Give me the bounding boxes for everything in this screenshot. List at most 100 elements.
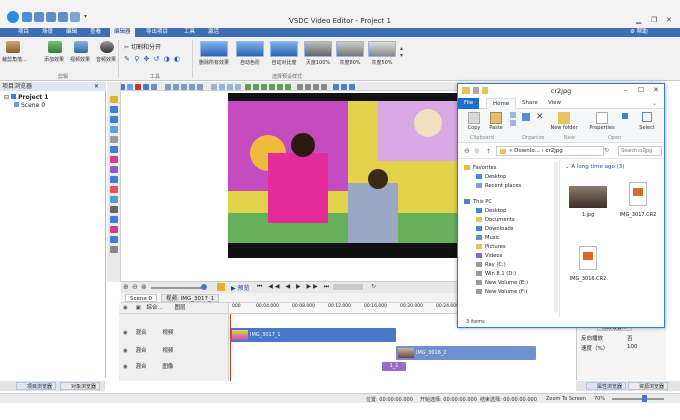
- new-folder-icon[interactable]: [558, 112, 570, 124]
- tool-icon[interactable]: [110, 216, 118, 223]
- text-tool-icon[interactable]: [110, 206, 118, 213]
- ribbon-tab[interactable]: 工具: [180, 28, 199, 37]
- search-input[interactable]: [618, 146, 662, 156]
- minimize-icon[interactable]: ▁: [636, 16, 641, 24]
- snap-icon[interactable]: [217, 283, 225, 291]
- nav-item[interactable]: Downloads: [458, 225, 558, 234]
- track-blend[interactable]: 混合: [136, 348, 147, 354]
- arrange-icon[interactable]: [285, 84, 291, 90]
- crop-icon[interactable]: [6, 41, 20, 53]
- zoom-icon[interactable]: [297, 84, 303, 90]
- playhead[interactable]: [230, 314, 231, 381]
- zoom-icon[interactable]: [321, 84, 327, 90]
- file-item[interactable]: IMG_3017.CR2: [615, 174, 661, 224]
- ribbon-tab-active[interactable]: 编辑器: [110, 28, 135, 37]
- zoom-fit-icon[interactable]: ⊗: [141, 283, 147, 291]
- ribbon-item-add-effect[interactable]: 添加效果: [44, 56, 64, 63]
- maximize-icon[interactable]: ☐: [638, 86, 644, 94]
- property-row[interactable]: 反向播放 否: [581, 334, 665, 342]
- tab-properties[interactable]: 属性浏览器: [586, 382, 627, 390]
- zoom-icon[interactable]: [305, 84, 311, 90]
- duplicate-icon[interactable]: [143, 84, 149, 90]
- delete-icon[interactable]: [135, 84, 141, 90]
- align-icon[interactable]: [189, 84, 195, 90]
- nav-item[interactable]: Win 8.1 (D:): [458, 270, 558, 279]
- ribbon-item-video-effects[interactable]: 视频效果: [70, 56, 90, 63]
- view-icon[interactable]: [341, 84, 347, 90]
- paste-icon[interactable]: [127, 84, 133, 90]
- ribbon-tab[interactable]: 场景: [38, 28, 57, 37]
- zoom-slider-handle[interactable]: [201, 284, 207, 290]
- track-blend[interactable]: 混合: [136, 364, 147, 370]
- tool-icon[interactable]: [110, 226, 118, 233]
- help-link[interactable]: ⚙ 帮助: [630, 28, 648, 37]
- zoom-icon[interactable]: [313, 84, 319, 90]
- tool-icon[interactable]: [110, 106, 118, 113]
- tool-icon[interactable]: [110, 126, 118, 133]
- loop-icon[interactable]: ↻: [371, 283, 376, 290]
- tab-file[interactable]: File: [458, 98, 480, 109]
- zoom-slider[interactable]: [612, 398, 664, 400]
- move-front-icon[interactable]: [261, 84, 267, 90]
- up-icon[interactable]: ↑: [486, 148, 491, 155]
- tools-icon-row[interactable]: ✎ ⚲ ✥ ↺ ◑ ◐: [124, 55, 181, 63]
- tool-icon[interactable]: [110, 166, 118, 173]
- track-row[interactable]: ◉ 混合 图像: [119, 361, 229, 374]
- ribbon-tab[interactable]: 项目: [14, 28, 33, 37]
- nav-item[interactable]: Recent places: [458, 182, 558, 191]
- properties-label[interactable]: Properties: [588, 125, 616, 131]
- copy-path-icon[interactable]: [510, 120, 516, 126]
- nav-item[interactable]: Desktop: [458, 173, 558, 182]
- eye-icon[interactable]: ◉: [123, 330, 128, 336]
- video-preview-frame[interactable]: [228, 93, 460, 258]
- rectangle-tool-icon[interactable]: [110, 146, 118, 153]
- move-down-icon[interactable]: [253, 84, 259, 90]
- paste-label[interactable]: Paste: [486, 125, 506, 131]
- tab-resources[interactable]: 资源浏览器: [628, 382, 669, 390]
- tool-icon[interactable]: [110, 196, 118, 203]
- file-item[interactable]: 1.jpg: [565, 174, 611, 224]
- preview-button[interactable]: ▶ 预览: [231, 283, 250, 292]
- close-icon[interactable]: ✕: [666, 16, 672, 24]
- ribbon-tab[interactable]: 激活: [204, 28, 223, 37]
- nav-item[interactable]: Videos: [458, 252, 558, 261]
- grid-icon[interactable]: [219, 84, 225, 90]
- timeline-clip[interactable]: 1_1: [382, 362, 406, 371]
- grid-icon[interactable]: [211, 84, 217, 90]
- forward-icon[interactable]: ⊕: [474, 147, 480, 155]
- eye-icon[interactable]: ◉: [123, 348, 128, 354]
- move-up-icon[interactable]: [245, 84, 251, 90]
- zoom-mode[interactable]: Zoom To Screen: [546, 396, 586, 402]
- ribbon-tab[interactable]: 查看: [86, 28, 105, 37]
- select-icon[interactable]: [642, 112, 652, 122]
- grid-icon[interactable]: [227, 84, 233, 90]
- back-icon[interactable]: ⊖: [464, 147, 470, 155]
- copy-label[interactable]: Copy: [464, 125, 484, 131]
- nav-item[interactable]: New Volume (F:): [458, 288, 558, 297]
- ribbon-item-crop[interactable]: 裁剪角落...: [2, 56, 27, 63]
- volume-slider[interactable]: [333, 284, 363, 290]
- tool-icon[interactable]: [110, 186, 118, 193]
- align-icon[interactable]: [173, 84, 179, 90]
- property-value[interactable]: 100: [627, 344, 638, 350]
- help-label[interactable]: 帮助: [637, 29, 648, 35]
- eye-icon[interactable]: ◉: [123, 305, 128, 311]
- nav-item[interactable]: Music: [458, 234, 558, 243]
- shape-tool-icon[interactable]: [110, 156, 118, 163]
- properties-icon[interactable]: [596, 112, 608, 124]
- preset-thumbnail[interactable]: [368, 41, 396, 57]
- copy-icon[interactable]: [468, 112, 480, 124]
- preset-thumbnail[interactable]: [236, 41, 264, 57]
- tab-home[interactable]: Home: [486, 98, 517, 109]
- tool-icon[interactable]: [110, 246, 118, 253]
- zoom-out-icon[interactable]: ⊖: [132, 283, 138, 291]
- tool-icon[interactable]: [110, 236, 118, 243]
- tab-view[interactable]: View: [542, 98, 567, 109]
- timeline-zoom-slider[interactable]: [151, 287, 205, 289]
- nav-scrollbar[interactable]: [554, 162, 558, 312]
- tree-item-scene[interactable]: Scene 0: [14, 102, 45, 109]
- ribbon-item-audio-effects[interactable]: 音频效果: [96, 56, 116, 63]
- cut-split-button[interactable]: ✂ 切割和分开: [124, 42, 161, 51]
- track-blend[interactable]: 混合: [136, 330, 147, 336]
- maximize-icon[interactable]: ❐: [651, 16, 657, 24]
